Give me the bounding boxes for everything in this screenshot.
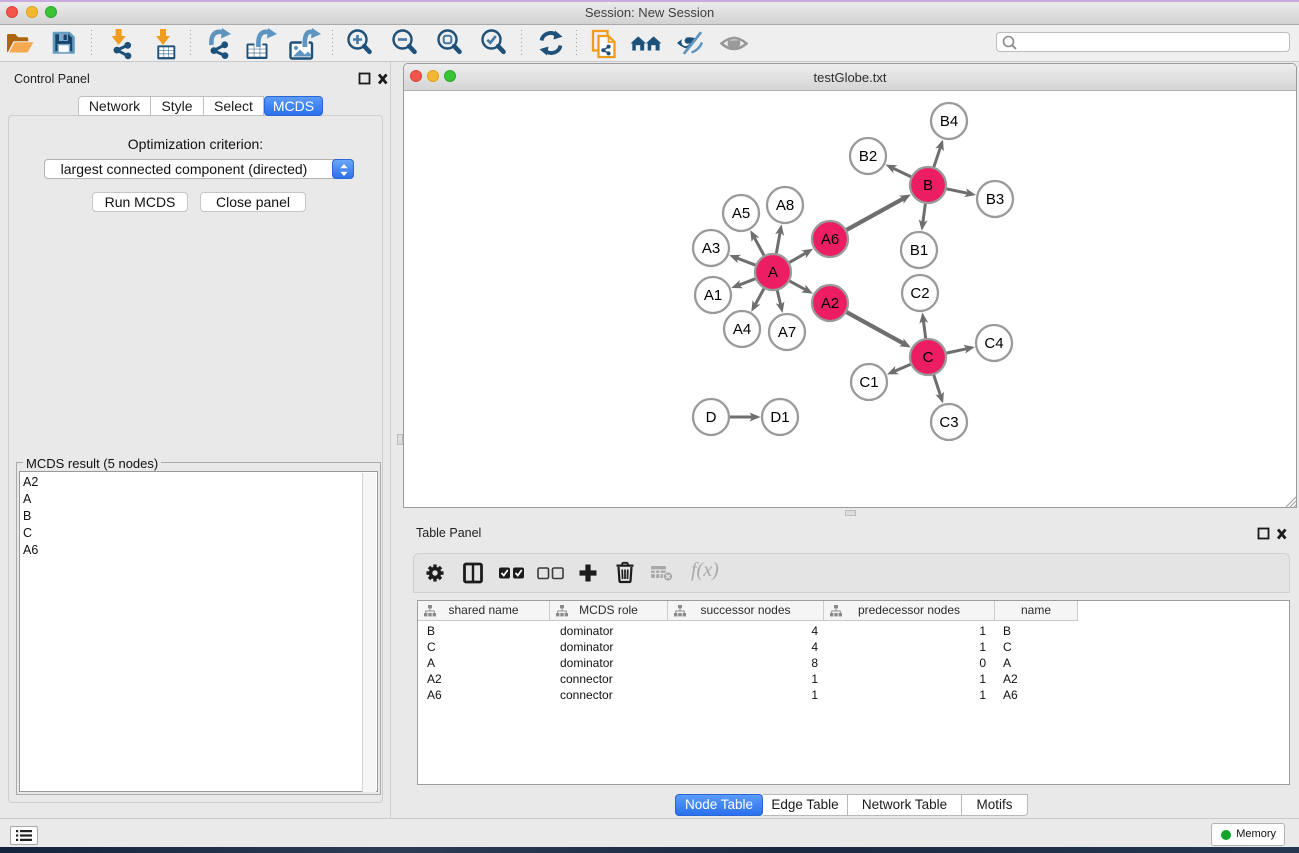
svg-text:A7: A7: [778, 324, 796, 341]
svg-text:B4: B4: [940, 113, 958, 130]
svg-text:A2: A2: [821, 295, 839, 312]
svg-text:A6: A6: [821, 231, 839, 248]
svg-text:D1: D1: [770, 409, 789, 426]
svg-text:C4: C4: [984, 335, 1003, 352]
svg-text:A1: A1: [704, 287, 722, 304]
svg-text:A3: A3: [702, 240, 720, 257]
svg-text:C1: C1: [859, 374, 878, 391]
svg-text:A5: A5: [732, 205, 750, 222]
svg-text:D: D: [706, 409, 717, 426]
svg-text:C2: C2: [910, 285, 929, 302]
svg-text:B2: B2: [859, 148, 877, 165]
svg-text:B: B: [923, 177, 933, 194]
svg-text:A: A: [768, 264, 778, 281]
svg-text:C: C: [923, 349, 934, 366]
svg-text:C3: C3: [939, 414, 958, 431]
svg-text:B1: B1: [910, 242, 928, 259]
svg-text:A8: A8: [776, 197, 794, 214]
svg-text:B3: B3: [986, 191, 1004, 208]
svg-text:A4: A4: [733, 321, 751, 338]
